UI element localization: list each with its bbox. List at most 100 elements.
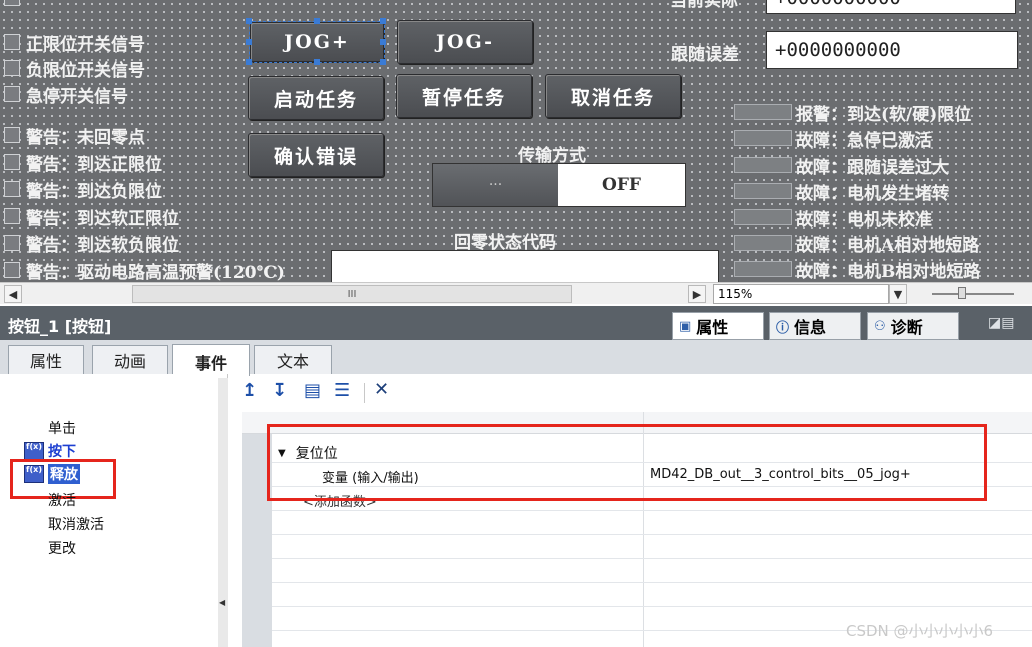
status-led bbox=[734, 183, 792, 199]
top-value-field[interactable]: +0000000000 bbox=[766, 0, 1016, 14]
zoom-dropdown-chevron-icon[interactable]: ▼ bbox=[889, 284, 907, 304]
event-click[interactable]: 单击 bbox=[48, 418, 76, 438]
toggle-left: ··· bbox=[433, 164, 558, 206]
annotation-highlight-box bbox=[267, 424, 987, 501]
zoom-select[interactable]: 115% bbox=[713, 284, 889, 304]
confirm-error-button[interactable]: 确认错误 bbox=[248, 133, 384, 177]
warning-label: 警告：到达负限位 bbox=[26, 182, 162, 202]
start-task-button[interactable]: 启动任务 bbox=[248, 76, 384, 120]
event-activate[interactable]: 激活 bbox=[48, 490, 76, 510]
checkbox[interactable] bbox=[4, 60, 20, 76]
checkbox[interactable] bbox=[4, 181, 20, 197]
transmission-toggle[interactable]: ··· OFF bbox=[432, 163, 686, 207]
selection-handle[interactable] bbox=[246, 39, 252, 45]
zoom-slider-handle[interactable] bbox=[958, 287, 966, 299]
scroll-right-button[interactable]: ▶ bbox=[688, 285, 706, 303]
selection-handle[interactable] bbox=[314, 18, 320, 24]
selection-handle[interactable] bbox=[380, 39, 386, 45]
checkbox[interactable] bbox=[4, 34, 20, 50]
subtab-properties[interactable]: 属性 bbox=[8, 345, 84, 374]
tab-properties[interactable]: ▣ 属性 bbox=[672, 312, 764, 340]
tab-diagnostics-label: 诊断 bbox=[890, 318, 923, 337]
status-led bbox=[734, 130, 792, 146]
canvas-scrollbar-row: ◀ III ▶ 115% ▼ bbox=[0, 282, 1032, 304]
scroll-left-arrow-icon[interactable]: ◀ bbox=[219, 598, 225, 607]
warning-label: 警告：到达正限位 bbox=[26, 155, 162, 175]
status-led bbox=[734, 104, 792, 120]
grid-row-line bbox=[272, 534, 1032, 535]
checkbox[interactable] bbox=[4, 154, 20, 170]
panel-options-icon[interactable]: ◪▤ bbox=[988, 315, 1014, 331]
inspector-subtabs: 属性 动画 事件 文本 bbox=[0, 340, 1032, 379]
move-up-icon[interactable]: ↥ bbox=[242, 380, 257, 401]
fault-label: 报警：到达(软/硬)限位 bbox=[796, 105, 972, 125]
event-deactivate[interactable]: 取消激活 bbox=[48, 514, 104, 534]
checkbox[interactable] bbox=[4, 208, 20, 224]
fault-label: 故障：电机发生堵转 bbox=[796, 184, 949, 204]
expand-icon[interactable]: ☰ bbox=[334, 380, 350, 401]
fault-label: 故障：电机A相对地短路 bbox=[796, 236, 980, 256]
signal-label: 负限位开关信号 bbox=[26, 61, 145, 81]
fault-label: 故障：电机B相对地短路 bbox=[796, 262, 981, 282]
checkbox[interactable] bbox=[4, 86, 20, 102]
signal-label: 急停开关信号 bbox=[26, 87, 128, 107]
info-icon: ⓘ bbox=[776, 320, 790, 336]
inspector-title: 按钮_1 [按钮] bbox=[8, 317, 112, 336]
hmi-canvas: 当前实际 +0000000000 正限位开关信号 负限位开关信号 急停开关信号 … bbox=[0, 0, 1032, 282]
grid-row-line bbox=[272, 510, 1032, 511]
selection-handle[interactable] bbox=[314, 59, 320, 65]
watermark: CSDN @小小小小小6 bbox=[846, 622, 994, 640]
signal-label: 正限位开关信号 bbox=[26, 35, 145, 55]
selection-handle[interactable] bbox=[380, 59, 386, 65]
move-down-icon[interactable]: ↧ bbox=[272, 380, 287, 401]
selection-handle[interactable] bbox=[246, 59, 252, 65]
scroll-left-button[interactable]: ◀ bbox=[4, 285, 22, 303]
delete-icon[interactable]: ✕ bbox=[374, 379, 389, 400]
warning-label: 警告：到达软正限位 bbox=[26, 209, 179, 229]
grid-row-line bbox=[272, 582, 1032, 583]
fault-label: 故障：急停已激活 bbox=[796, 131, 932, 151]
toggle-right: OFF bbox=[602, 175, 641, 195]
event-list-scrollbar[interactable]: ◀ bbox=[218, 378, 228, 647]
toolbar-divider bbox=[364, 383, 365, 403]
status-led bbox=[734, 235, 792, 251]
selection-handle[interactable] bbox=[380, 18, 386, 24]
top-label: 当前实际 bbox=[670, 0, 738, 11]
grid-row-line bbox=[272, 558, 1032, 559]
event-press[interactable]: f(x) 按下 bbox=[24, 441, 76, 461]
jog-minus-button[interactable]: JOG- bbox=[397, 20, 533, 64]
status-led bbox=[734, 261, 792, 277]
tab-info-label: 信息 bbox=[794, 318, 827, 337]
subtab-animation[interactable]: 动画 bbox=[92, 345, 168, 374]
tab-properties-label: 属性 bbox=[696, 318, 729, 337]
function-icon: f(x) bbox=[24, 442, 44, 460]
warning-label: 警告：驱动电路高温预警(120℃) bbox=[26, 263, 285, 282]
checkbox[interactable] bbox=[4, 0, 20, 6]
subtab-text[interactable]: 文本 bbox=[254, 345, 332, 374]
fault-label: 故障：跟随误差过大 bbox=[796, 158, 949, 178]
event-change[interactable]: 更改 bbox=[48, 538, 76, 558]
checkbox[interactable] bbox=[4, 127, 20, 143]
tab-diagnostics[interactable]: ⚇ 诊断 bbox=[867, 312, 959, 340]
warning-label: 警告：未回零点 bbox=[26, 128, 145, 148]
zoom-slider[interactable] bbox=[932, 293, 1014, 295]
follow-error-field[interactable]: +0000000000 bbox=[766, 31, 1018, 69]
warning-label: 警告：到达软负限位 bbox=[26, 236, 179, 256]
inspector-header: 按钮_1 [按钮] ▣ 属性 ⓘ 信息 ⚇ 诊断 ◪▤ bbox=[0, 306, 1032, 340]
scroll-thumb[interactable]: III bbox=[132, 285, 572, 303]
checkbox[interactable] bbox=[4, 235, 20, 251]
tab-info[interactable]: ⓘ 信息 bbox=[769, 312, 861, 340]
status-led bbox=[734, 157, 792, 173]
event-list: 单击 f(x) 按下 f(x) 释放 激活 取消激活 更改 bbox=[0, 374, 228, 647]
cancel-task-button[interactable]: 取消任务 bbox=[545, 74, 681, 118]
status-led bbox=[734, 209, 792, 225]
jog-plus-button[interactable]: JOG+ bbox=[249, 21, 385, 63]
collapse-icon[interactable]: ▤ bbox=[304, 380, 321, 401]
checkbox[interactable] bbox=[4, 262, 20, 278]
fault-label: 故障：电机未校准 bbox=[796, 210, 932, 230]
selection-handle[interactable] bbox=[246, 18, 252, 24]
pause-task-button[interactable]: 暂停任务 bbox=[396, 74, 532, 118]
follow-error-label: 跟随误差 bbox=[671, 45, 739, 65]
grid-row-line bbox=[272, 606, 1032, 607]
homing-code-field[interactable] bbox=[331, 250, 719, 282]
